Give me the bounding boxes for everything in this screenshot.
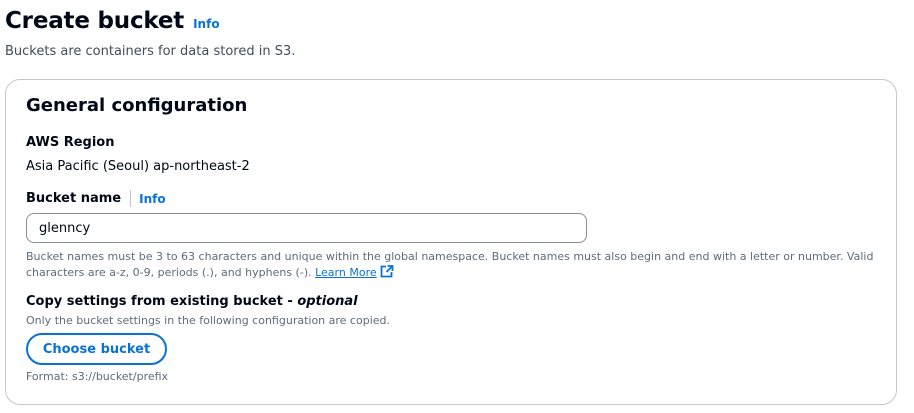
bucket-name-constraint: Bucket names must be 3 to 63 characters … <box>26 249 886 283</box>
learn-more-label: Learn More <box>315 266 377 279</box>
format-hint: Format: s3://bucket/prefix <box>26 370 169 383</box>
bucket-name-label: Bucket name <box>26 191 122 206</box>
bucket-name-info-link[interactable]: Info <box>139 192 165 206</box>
page-description: Buckets are containers for data stored i… <box>5 44 296 59</box>
copy-settings-title: Copy settings from existing bucket - opt… <box>26 294 358 309</box>
create-bucket-page: Create bucket Info Buckets are container… <box>0 0 914 413</box>
page-info-link[interactable]: Info <box>193 17 219 31</box>
copy-settings-description: Only the bucket settings in the followin… <box>26 314 390 327</box>
page-header: Create bucket Info <box>5 8 220 34</box>
aws-region-label: AWS Region <box>26 135 115 150</box>
choose-bucket-button[interactable]: Choose bucket <box>26 333 167 365</box>
label-divider <box>130 190 132 207</box>
page-title: Create bucket <box>5 8 185 34</box>
panel-title: General configuration <box>26 95 248 116</box>
aws-region-value: Asia Pacific (Seoul) ap-northeast-2 <box>26 159 250 174</box>
general-configuration-panel: General configuration AWS Region Asia Pa… <box>5 79 897 405</box>
constraint-text: Bucket names must be 3 to 63 characters … <box>26 250 874 279</box>
external-link-icon <box>380 265 394 283</box>
copy-settings-title-text: Copy settings from existing bucket - <box>26 294 298 309</box>
learn-more-link[interactable]: Learn More <box>315 265 394 279</box>
bucket-name-input[interactable] <box>26 213 587 243</box>
optional-label: optional <box>297 294 358 309</box>
bucket-name-label-row: Bucket name Info <box>26 190 166 207</box>
